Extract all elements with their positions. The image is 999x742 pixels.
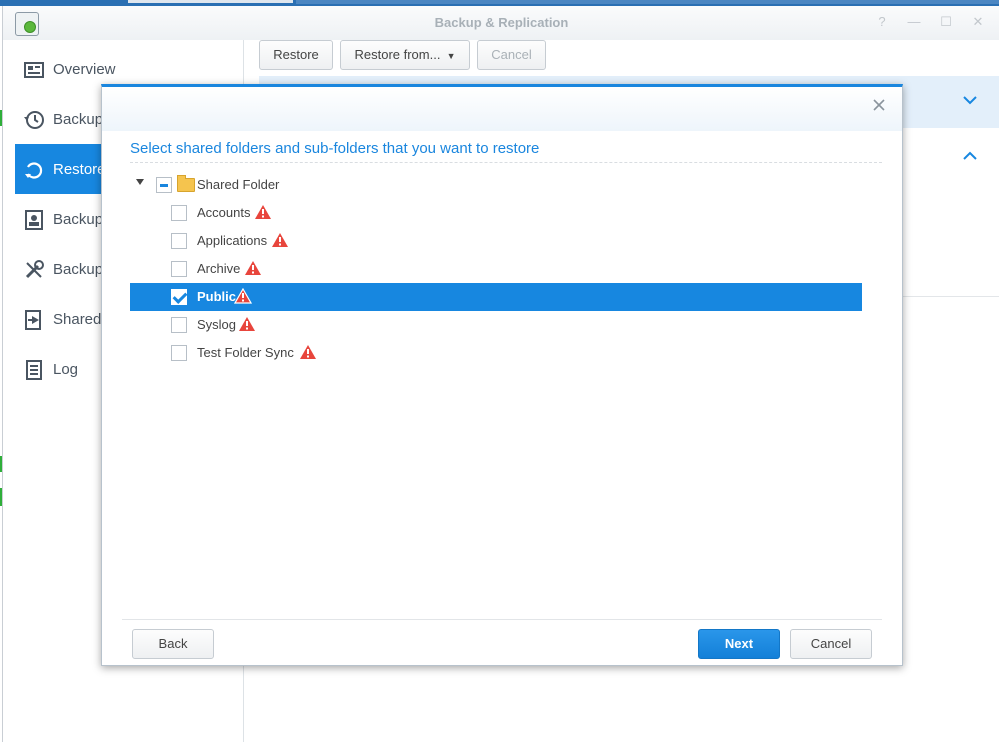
folder-checkbox[interactable] xyxy=(171,289,187,305)
footer-divider xyxy=(122,619,882,620)
close-window-icon[interactable]: ✕ xyxy=(970,14,986,30)
sidebar-item-label: Backup xyxy=(53,111,104,128)
collapse-caret-icon[interactable] xyxy=(136,179,144,185)
warning-icon xyxy=(234,288,252,304)
tree-item-archive[interactable]: Archive xyxy=(130,255,862,283)
maximize-icon[interactable]: ☐ xyxy=(938,14,954,30)
wrench-icon xyxy=(23,259,45,281)
restore-icon xyxy=(23,159,45,181)
dialog-heading: Select shared folders and sub-folders th… xyxy=(130,140,540,157)
chevron-up-icon[interactable] xyxy=(963,148,977,166)
background-window-edge xyxy=(128,0,293,3)
folder-checkbox[interactable] xyxy=(171,233,187,249)
sidebar-item-label: Log xyxy=(53,361,79,378)
folder-checkbox[interactable] xyxy=(171,317,187,333)
backup-history-icon xyxy=(23,109,45,131)
log-icon xyxy=(23,359,45,381)
folder-label: Applications xyxy=(197,233,268,248)
heading-divider xyxy=(130,162,882,163)
warning-icon xyxy=(239,317,255,331)
warning-icon xyxy=(300,345,316,359)
tree-item-test-folder-sync[interactable]: Test Folder Sync xyxy=(130,339,862,367)
folder-checkbox[interactable] xyxy=(171,205,187,221)
restore-button[interactable]: Restore xyxy=(259,40,333,70)
sidebar-item-label: Overview xyxy=(53,61,116,78)
restore-from-dropdown[interactable]: Restore from... ▼ xyxy=(340,40,470,70)
tree-root-label: Shared Folder xyxy=(197,177,280,192)
restore-folder-dialog: Select shared folders and sub-folders th… xyxy=(101,84,903,666)
shared-export-icon xyxy=(23,309,45,331)
warning-icon xyxy=(255,205,271,219)
folder-label: Public xyxy=(197,289,237,304)
sidebar-item-label: Backup xyxy=(53,261,104,278)
window-titlebar[interactable]: Backup & Replication ? — ☐ ✕ xyxy=(3,6,999,40)
folder-label: Test Folder Sync xyxy=(197,345,294,360)
toolbar-cancel-button[interactable]: Cancel xyxy=(477,40,546,70)
background-window-edge xyxy=(296,0,999,4)
warning-icon xyxy=(272,233,288,247)
tree-root-row[interactable]: Shared Folder xyxy=(130,171,862,199)
sidebar-item-label: Shared xyxy=(53,311,102,328)
back-button[interactable]: Back xyxy=(132,629,214,659)
dialog-header[interactable] xyxy=(102,87,902,131)
folder-checkbox[interactable] xyxy=(171,345,187,361)
warning-icon xyxy=(245,261,261,275)
dropdown-caret-icon: ▼ xyxy=(444,51,456,61)
tree-item-applications[interactable]: Applications xyxy=(130,227,862,255)
dialog-cancel-button[interactable]: Cancel xyxy=(790,629,872,659)
sidebar-item-label: Restore xyxy=(53,161,106,178)
tree-item-accounts[interactable]: Accounts xyxy=(130,199,862,227)
restore-from-label: Restore from... xyxy=(354,47,441,62)
folder-label: Syslog xyxy=(197,317,237,332)
sidebar-item-label: Backup xyxy=(53,211,104,228)
chevron-down-icon[interactable] xyxy=(963,92,977,110)
overview-icon xyxy=(23,59,45,81)
tree-item-syslog[interactable]: Syslog xyxy=(130,311,862,339)
close-icon[interactable] xyxy=(872,95,886,118)
root-checkbox[interactable] xyxy=(156,177,172,193)
tree-item-public[interactable]: Public xyxy=(130,283,862,311)
minimize-icon[interactable]: — xyxy=(906,14,922,30)
folder-checkbox[interactable] xyxy=(171,261,187,277)
backup-service-icon xyxy=(23,209,45,231)
folder-label: Accounts xyxy=(197,205,251,220)
window-title: Backup & Replication xyxy=(434,15,569,30)
folder-icon xyxy=(177,175,195,192)
help-icon[interactable]: ? xyxy=(874,14,890,30)
folder-label: Archive xyxy=(197,261,241,276)
next-button[interactable]: Next xyxy=(698,629,780,659)
